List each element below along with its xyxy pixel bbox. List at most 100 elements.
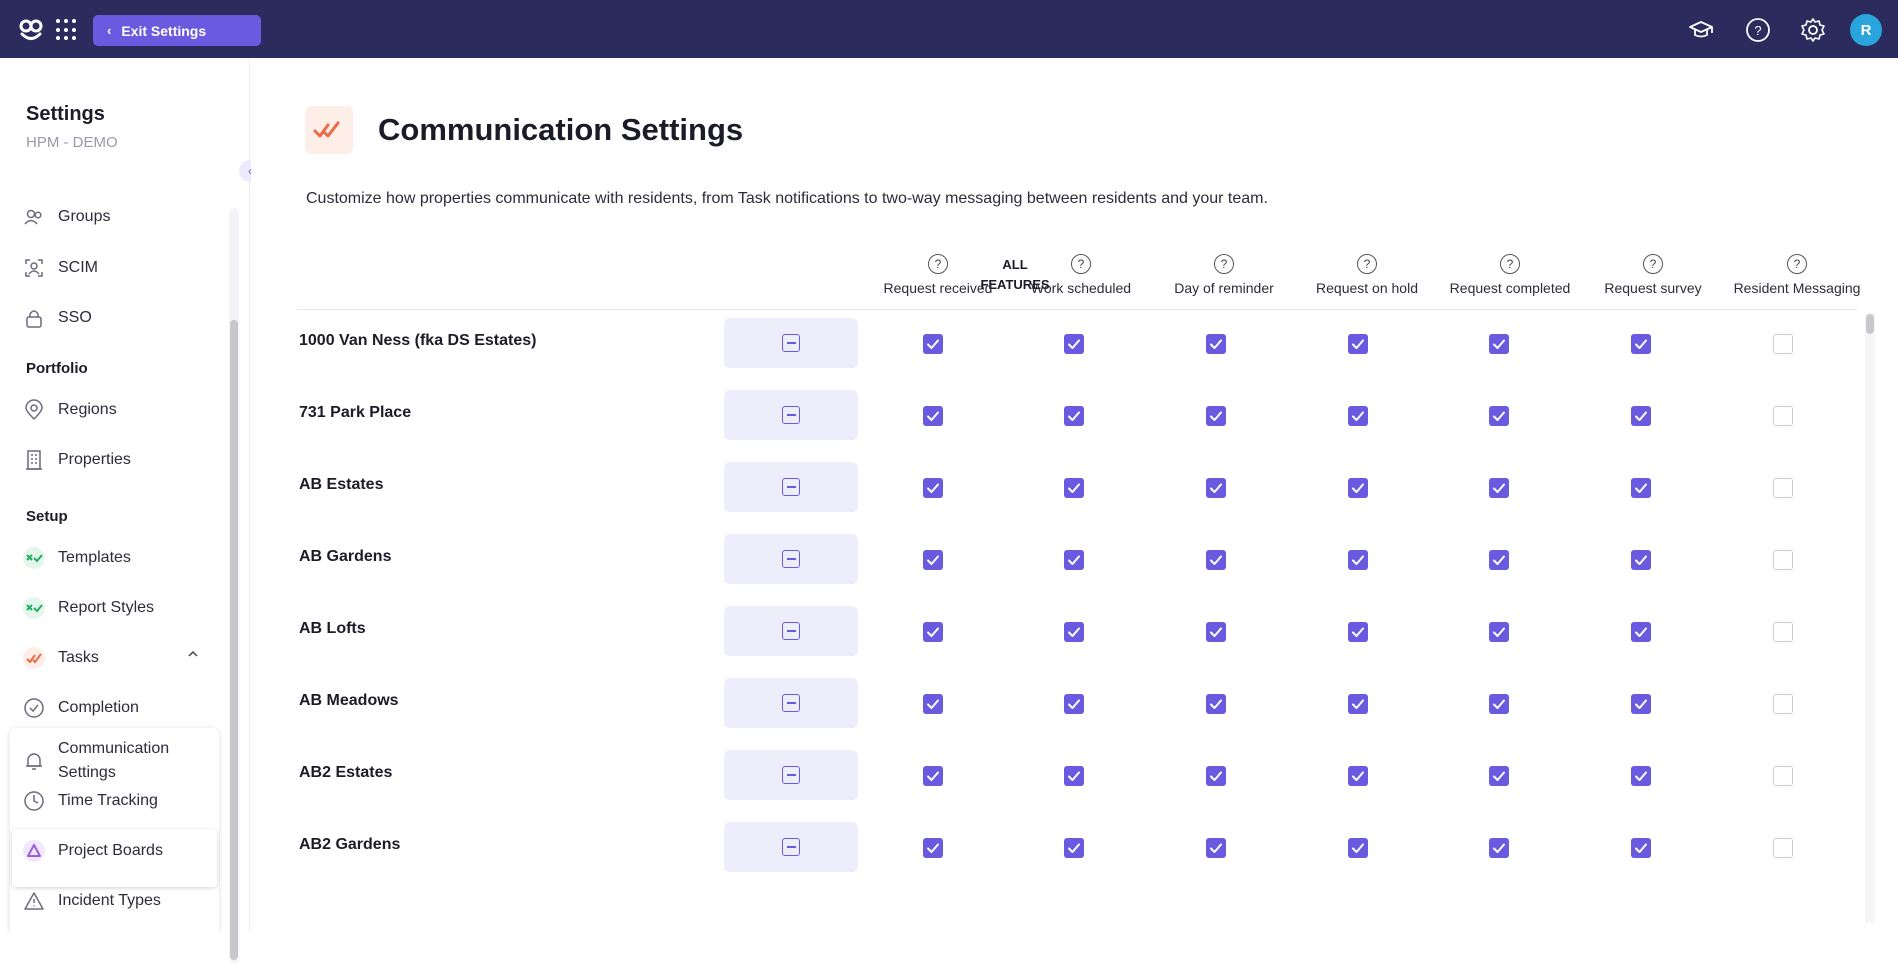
sidebar-item-label: Communication Settings (58, 740, 170, 781)
sidebar-item-incident-types[interactable]: Incident Types (22, 886, 161, 916)
feature-checkbox[interactable] (1773, 406, 1793, 426)
feature-checkbox[interactable] (1064, 694, 1084, 714)
feature-checkbox[interactable] (1206, 622, 1226, 642)
table-row: AB Meadows (251, 668, 1881, 740)
help-circle-icon[interactable]: ? (1071, 254, 1091, 274)
feature-checkbox[interactable] (1631, 406, 1651, 426)
feature-checkbox[interactable] (1064, 550, 1084, 570)
feature-checkbox[interactable] (1773, 334, 1793, 354)
settings-gear-icon[interactable] (1800, 17, 1826, 43)
feature-checkbox[interactable] (1773, 622, 1793, 642)
feature-checkbox[interactable] (1489, 478, 1509, 498)
feature-checkbox[interactable] (1489, 838, 1509, 858)
feature-checkbox[interactable] (1631, 478, 1651, 498)
chevron-up-icon[interactable] (187, 647, 199, 665)
help-circle-icon[interactable]: ? (1500, 254, 1520, 274)
user-avatar[interactable]: R (1850, 14, 1882, 46)
feature-checkbox[interactable] (1206, 694, 1226, 714)
feature-checkbox[interactable] (1348, 334, 1368, 354)
sidebar-item-label: Project Boards (58, 842, 163, 859)
feature-checkbox[interactable] (1206, 478, 1226, 498)
feature-checkbox[interactable] (1631, 766, 1651, 786)
feature-checkbox[interactable] (1773, 766, 1793, 786)
company-logo-icon[interactable] (18, 17, 44, 43)
table-scrollbar-track[interactable] (1865, 313, 1875, 923)
all-features-toggle[interactable] (724, 390, 858, 440)
app-launcher-icon[interactable] (56, 19, 78, 41)
feature-checkbox[interactable] (923, 838, 943, 858)
feature-checkbox[interactable] (1206, 406, 1226, 426)
all-features-toggle[interactable] (724, 822, 858, 872)
feature-checkbox[interactable] (1348, 766, 1368, 786)
feature-checkbox[interactable] (1206, 766, 1226, 786)
sidebar-item-templates[interactable]: Templates (22, 543, 131, 573)
feature-checkbox[interactable] (923, 406, 943, 426)
sidebar-item-report-styles[interactable]: Report Styles (22, 593, 154, 623)
feature-checkbox[interactable] (1064, 334, 1084, 354)
help-circle-icon[interactable]: ? (1214, 254, 1234, 274)
exit-settings-button[interactable]: ‹ Exit Settings (93, 15, 261, 46)
all-features-toggle[interactable] (724, 318, 858, 368)
all-features-toggle[interactable] (724, 678, 858, 728)
properties-table-body[interactable]: 1000 Van Ness (fka DS Estates) 731 Park P… (251, 318, 1881, 878)
sidebar-item-scim[interactable]: SCIM (22, 253, 98, 283)
feature-checkbox[interactable] (1206, 550, 1226, 570)
feature-checkbox[interactable] (1348, 838, 1368, 858)
all-features-toggle[interactable] (724, 534, 858, 584)
sidebar-scrollbar-thumb[interactable] (230, 320, 238, 960)
feature-checkbox[interactable] (1773, 550, 1793, 570)
all-features-toggle[interactable] (724, 750, 858, 800)
help-circle-icon[interactable]: ? (1787, 254, 1807, 274)
feature-checkbox[interactable] (1631, 694, 1651, 714)
feature-checkbox[interactable] (1206, 838, 1226, 858)
feature-checkbox[interactable] (1064, 406, 1084, 426)
feature-checkbox[interactable] (1489, 334, 1509, 354)
help-circle-icon[interactable]: ? (1643, 254, 1663, 274)
sidebar-item-project-boards[interactable]: Project Boards (22, 836, 163, 866)
feature-checkbox[interactable] (923, 550, 943, 570)
feature-checkbox[interactable] (1773, 478, 1793, 498)
sidebar-item-groups[interactable]: Groups (22, 202, 110, 232)
feature-checkbox[interactable] (1489, 694, 1509, 714)
feature-checkbox[interactable] (1631, 622, 1651, 642)
feature-checkbox[interactable] (923, 622, 943, 642)
feature-checkbox[interactable] (1064, 838, 1084, 858)
sidebar-item-tasks[interactable]: Tasks (22, 643, 202, 673)
feature-checkbox[interactable] (1489, 622, 1509, 642)
all-features-toggle[interactable] (724, 606, 858, 656)
help-circle-icon[interactable]: ? (1357, 254, 1377, 274)
feature-checkbox[interactable] (1489, 406, 1509, 426)
feature-checkbox[interactable] (1631, 838, 1651, 858)
feature-checkbox[interactable] (1064, 766, 1084, 786)
sidebar-item-properties[interactable]: Properties (22, 445, 131, 475)
feature-checkbox[interactable] (1773, 838, 1793, 858)
sidebar-scroll-area[interactable]: Groups SCIM SSO Portfolio Regions Proper… (0, 150, 228, 932)
sidebar-item-sso[interactable]: SSO (22, 303, 92, 333)
sidebar-item-completion[interactable]: Completion (22, 693, 139, 723)
feature-checkbox[interactable] (1489, 766, 1509, 786)
feature-checkbox[interactable] (923, 694, 943, 714)
feature-checkbox[interactable] (1631, 334, 1651, 354)
feature-checkbox[interactable] (1348, 406, 1368, 426)
feature-checkbox[interactable] (923, 478, 943, 498)
table-scrollbar-thumb[interactable] (1866, 314, 1874, 334)
feature-checkbox[interactable] (1489, 550, 1509, 570)
sidebar-item-time-tracking[interactable]: Time Tracking (22, 786, 158, 816)
all-features-toggle[interactable] (724, 462, 858, 512)
feature-checkbox[interactable] (1348, 550, 1368, 570)
feature-checkbox[interactable] (1348, 694, 1368, 714)
feature-checkbox[interactable] (1631, 550, 1651, 570)
graduation-cap-icon[interactable] (1688, 17, 1714, 43)
feature-checkbox[interactable] (923, 334, 943, 354)
help-circle-icon[interactable]: ? (928, 254, 948, 274)
feature-checkbox[interactable] (923, 766, 943, 786)
feature-checkbox[interactable] (1348, 478, 1368, 498)
sidebar-item-communication-settings[interactable]: Communication Settings (22, 737, 192, 785)
feature-checkbox[interactable] (1348, 622, 1368, 642)
sidebar-item-regions[interactable]: Regions (22, 395, 117, 425)
feature-checkbox[interactable] (1064, 622, 1084, 642)
feature-checkbox[interactable] (1064, 478, 1084, 498)
help-icon[interactable]: ? (1745, 17, 1771, 43)
feature-checkbox[interactable] (1206, 334, 1226, 354)
feature-checkbox[interactable] (1773, 694, 1793, 714)
